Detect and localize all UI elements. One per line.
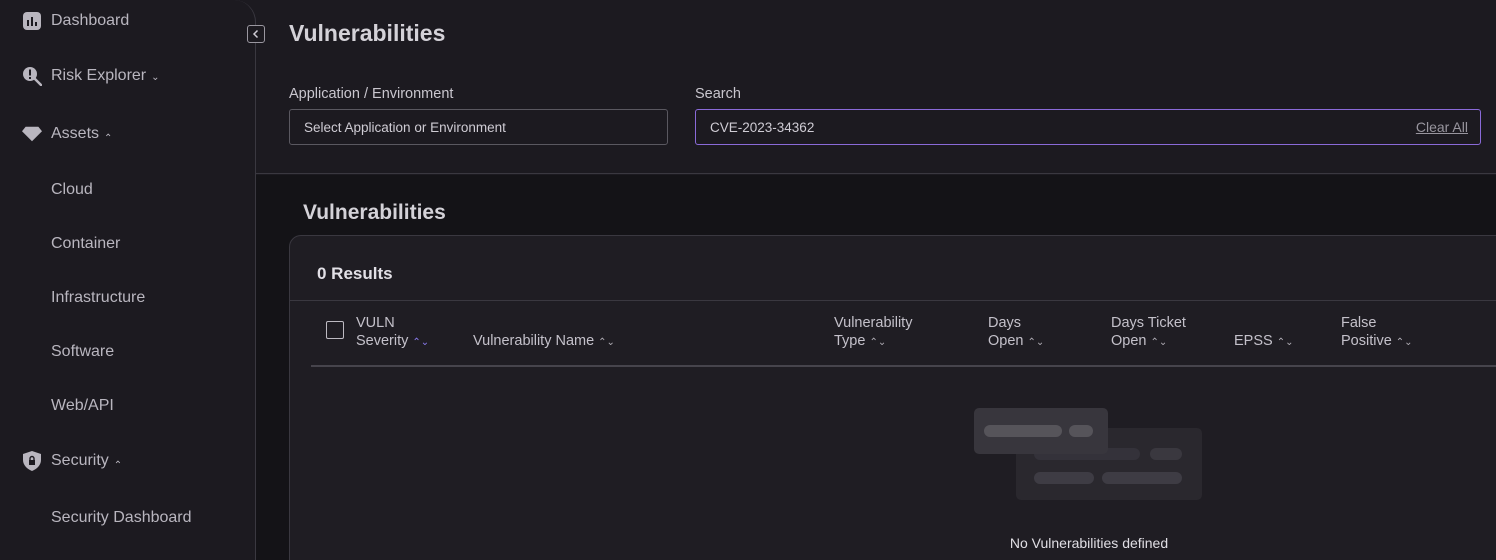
results-count: 0 Results	[317, 264, 393, 283]
main-content: Vulnerabilities Application / Environmen…	[256, 0, 1496, 560]
clear-all-link[interactable]: Clear All	[1416, 119, 1468, 135]
sidebar-item-risk-explorer[interactable]: Risk Explorer ⌄	[0, 59, 160, 93]
app-env-label: Application / Environment	[289, 86, 454, 102]
risk-search-icon	[22, 66, 42, 86]
results-section: Vulnerabilities 0 Results VULN Severity ⌃…	[256, 175, 1496, 560]
column-header-false-positive[interactable]: False Positive ⌃⌄	[1341, 314, 1413, 352]
divider	[290, 300, 1496, 301]
sidebar-item-label: Risk Explorer	[51, 67, 147, 84]
gem-icon	[22, 124, 42, 144]
app-env-placeholder: Select Application or Environment	[304, 119, 506, 135]
sidebar-item-label: Security	[51, 452, 109, 469]
sidebar-item-dashboard[interactable]: Dashboard	[0, 4, 129, 38]
bar-chart-icon	[22, 11, 42, 31]
sidebar-collapse-button[interactable]	[247, 25, 265, 43]
section-title: Vulnerabilities	[303, 201, 446, 224]
column-header-vuln-severity[interactable]: VULN Severity ⌃⌄	[356, 314, 429, 352]
sidebar-item-cloud[interactable]: Cloud	[0, 173, 93, 207]
column-header-epss[interactable]: EPSS ⌃⌄	[1234, 314, 1293, 352]
column-header-days-open[interactable]: Days Open ⌃⌄	[988, 314, 1044, 352]
sidebar: Dashboard Risk Explorer ⌄ Assets ⌃ Cloud…	[0, 0, 256, 560]
shield-lock-icon	[22, 451, 42, 471]
sort-icon: ⌃⌄	[869, 337, 887, 348]
sort-icon: ⌃⌄	[412, 337, 430, 348]
search-label: Search	[695, 86, 741, 102]
chevron-up-icon: ⌃	[104, 132, 113, 144]
sidebar-item-security[interactable]: Security ⌃	[0, 444, 122, 478]
sidebar-item-software[interactable]: Software	[0, 335, 114, 369]
page-title: Vulnerabilities	[289, 20, 446, 46]
app-env-select[interactable]: Select Application or Environment	[289, 109, 668, 145]
sidebar-item-infrastructure[interactable]: Infrastructure	[0, 281, 145, 315]
sidebar-item-label: Web/API	[51, 397, 114, 414]
chevron-left-icon	[252, 29, 259, 39]
search-input[interactable]: CVE-2023-34362 Clear All	[695, 109, 1481, 145]
sidebar-item-label: Assets	[51, 125, 100, 142]
sidebar-item-label: Container	[51, 235, 121, 252]
chevron-up-icon: ⌃	[113, 459, 123, 471]
table-header-divider	[311, 365, 1496, 367]
filter-header: Vulnerabilities Application / Environmen…	[256, 0, 1496, 174]
sidebar-item-label: Cloud	[51, 181, 93, 198]
sort-icon: ⌃⌄	[1150, 337, 1168, 348]
sidebar-item-label: Software	[51, 343, 115, 360]
sidebar-item-label: Security Dashboard	[51, 509, 192, 526]
sort-icon: ⌃⌄	[598, 337, 615, 348]
column-header-vulnerability-type[interactable]: Vulnerability Type ⌃⌄	[834, 314, 912, 352]
results-card: 0 Results VULN Severity ⌃⌄ Vulnerability …	[289, 235, 1496, 560]
empty-state-illustration	[974, 408, 1202, 500]
sidebar-item-container[interactable]: Container	[0, 227, 120, 261]
sort-icon: ⌃⌄	[1027, 337, 1045, 348]
sidebar-item-label: Dashboard	[51, 12, 130, 29]
sidebar-item-security-dashboard[interactable]: Security Dashboard	[0, 501, 192, 535]
sidebar-item-web-api[interactable]: Web/API	[0, 389, 114, 423]
select-all-checkbox[interactable]	[326, 321, 344, 339]
sidebar-item-label: Infrastructure	[51, 289, 146, 306]
app: Dashboard Risk Explorer ⌄ Assets ⌃ Cloud…	[0, 0, 1496, 560]
sort-icon: ⌃⌄	[1395, 337, 1413, 348]
column-header-vulnerability-name[interactable]: Vulnerability Name ⌃⌄	[473, 314, 615, 352]
column-header-days-ticket-open[interactable]: Days Ticket Open ⌃⌄	[1111, 314, 1186, 352]
chevron-down-icon: ⌄	[151, 71, 160, 83]
sidebar-item-assets[interactable]: Assets ⌃	[0, 117, 112, 151]
empty-state-message: No Vulnerabilities defined	[1009, 535, 1169, 551]
sort-icon: ⌃⌄	[1276, 337, 1294, 348]
search-value: CVE-2023-34362	[710, 119, 815, 135]
